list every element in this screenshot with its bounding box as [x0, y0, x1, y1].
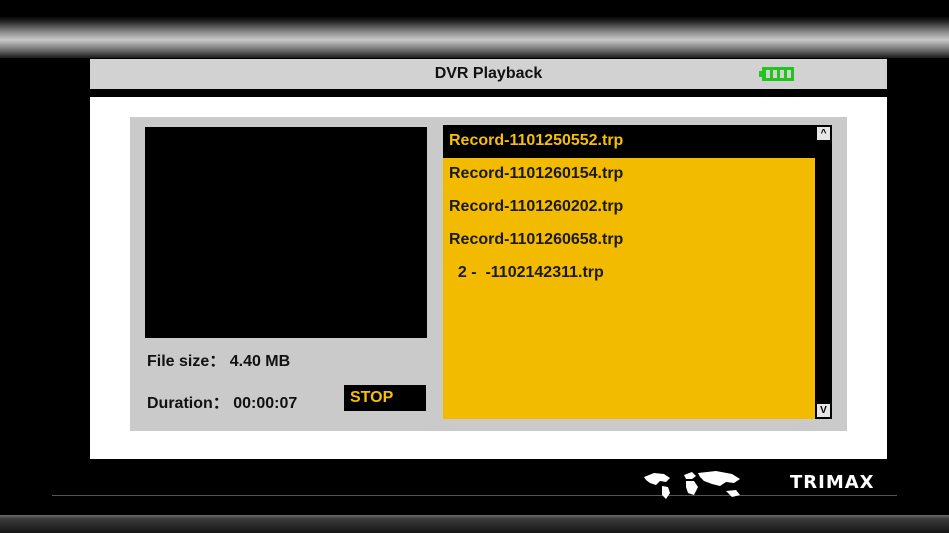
file-list-item[interactable]: Record-1101250552.trp: [443, 125, 815, 158]
duration-label: Duration：: [147, 395, 229, 412]
duration-row: Duration： 00:00:07: [147, 389, 297, 413]
file-list-item[interactable]: 2 - -1102142311.trp: [443, 257, 815, 290]
recording-file-list: Record-1101250552.trp Record-1101260154.…: [443, 125, 815, 419]
scroll-up-button[interactable]: ^: [817, 127, 830, 140]
file-size-row: File size： 4.40 MB: [147, 347, 290, 371]
file-size-label: File size：: [147, 353, 226, 370]
duration-value: 00:00:07: [233, 395, 298, 412]
bottom-bezel: [0, 515, 949, 533]
world-map-icon: [644, 471, 740, 499]
top-bezel: [0, 0, 949, 58]
playback-status-badge: STOP: [344, 385, 426, 411]
video-preview: [145, 127, 427, 338]
brand-logo: TRIMAX: [790, 472, 875, 493]
footer-divider: [52, 495, 897, 496]
file-list-item[interactable]: Record-1101260658.trp: [443, 224, 815, 257]
file-size-value: 4.40 MB: [229, 353, 291, 370]
playback-content: File size： 4.40 MB Duration： 00:00:07 ST…: [130, 117, 847, 431]
playback-panel: File size： 4.40 MB Duration： 00:00:07 ST…: [90, 97, 887, 459]
file-list-item[interactable]: Record-1101260154.trp: [443, 158, 815, 191]
file-list-scrollbar[interactable]: ^ V: [815, 125, 832, 419]
title-bar: DVR Playback: [90, 59, 887, 89]
scroll-down-button[interactable]: V: [817, 404, 830, 417]
file-list-item[interactable]: Record-1101260202.trp: [443, 191, 815, 224]
battery-full-icon: [759, 67, 794, 81]
